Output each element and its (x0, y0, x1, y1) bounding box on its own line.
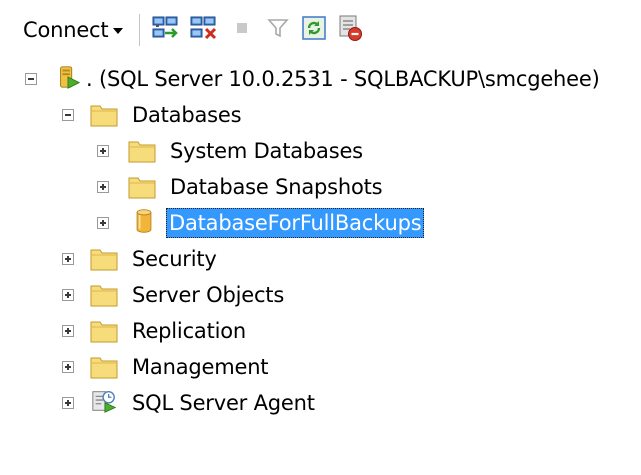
tree-node-replication[interactable]: Replication (0, 313, 641, 349)
tree-node-label: Server Objects (132, 283, 285, 307)
toolbar-separator (139, 14, 140, 46)
tree-node-label: SQL Server Agent (132, 391, 315, 415)
expand-toggle-icon[interactable] (97, 217, 109, 229)
expand-toggle-icon[interactable] (97, 145, 109, 157)
expand-toggle-icon[interactable] (62, 325, 74, 337)
expand-toggle-icon[interactable] (62, 361, 74, 373)
tree-node-databases[interactable]: Databases (0, 97, 641, 133)
collapse-toggle-icon[interactable] (62, 109, 74, 121)
expand-toggle-icon[interactable] (97, 181, 109, 193)
chevron-down-icon[interactable] (113, 28, 124, 34)
folder-icon (90, 285, 118, 307)
folder-icon (90, 357, 118, 379)
tree-node-server-objects[interactable]: Server Objects (0, 277, 641, 313)
tree-node-label: . (SQL Server 10.0.2531 - SQLBACKUP\smcg… (86, 67, 600, 91)
folder-icon (128, 177, 156, 199)
connect-button[interactable]: Connect (23, 10, 124, 50)
tree-node-system-databases[interactable]: System Databases (0, 133, 641, 169)
stop-icon[interactable] (228, 14, 256, 42)
folder-icon (90, 249, 118, 271)
expand-toggle-icon[interactable] (62, 253, 74, 265)
server-icon (60, 66, 81, 89)
expand-toggle-icon[interactable] (62, 289, 74, 301)
disable-object-explorer-icon[interactable] (336, 14, 364, 42)
tree-node-label: Databases (132, 103, 242, 127)
connect-label: Connect (23, 18, 109, 42)
tree-node-sql-server-agent[interactable]: SQL Server Agent (0, 385, 641, 421)
tree-node-label: Security (132, 247, 217, 271)
database-icon (136, 209, 152, 233)
tree-node-management[interactable]: Management (0, 349, 641, 385)
expand-toggle-icon[interactable] (62, 397, 74, 409)
tree-node-label: DatabaseForFullBackups (166, 208, 425, 238)
tree-node-label: Database Snapshots (170, 175, 383, 199)
folder-icon (90, 321, 118, 343)
tree-node-label: Management (132, 355, 269, 379)
tree-node-databaseforfullbackups[interactable]: DatabaseForFullBackups (0, 205, 641, 241)
sql-agent-icon (92, 391, 117, 413)
tree-node-security[interactable]: Security (0, 241, 641, 277)
tree-node-database-snapshots[interactable]: Database Snapshots (0, 169, 641, 205)
collapse-toggle-icon[interactable] (25, 73, 37, 85)
connect-object-explorer-icon[interactable] (152, 14, 180, 42)
tree-node-label: Replication (132, 319, 247, 343)
disconnect-icon[interactable] (190, 14, 218, 42)
object-explorer-toolbar: Connect (0, 0, 641, 58)
filter-icon[interactable] (264, 14, 292, 42)
refresh-icon[interactable] (300, 14, 328, 42)
tree-node-label: System Databases (170, 139, 363, 163)
folder-icon (90, 105, 118, 127)
folder-icon (128, 141, 156, 163)
tree-node-server[interactable]: . (SQL Server 10.0.2531 - SQLBACKUP\smcg… (0, 61, 641, 97)
